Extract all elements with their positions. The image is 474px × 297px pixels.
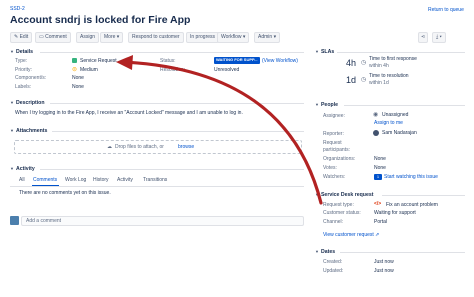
annotation-arrow	[116, 55, 323, 205]
